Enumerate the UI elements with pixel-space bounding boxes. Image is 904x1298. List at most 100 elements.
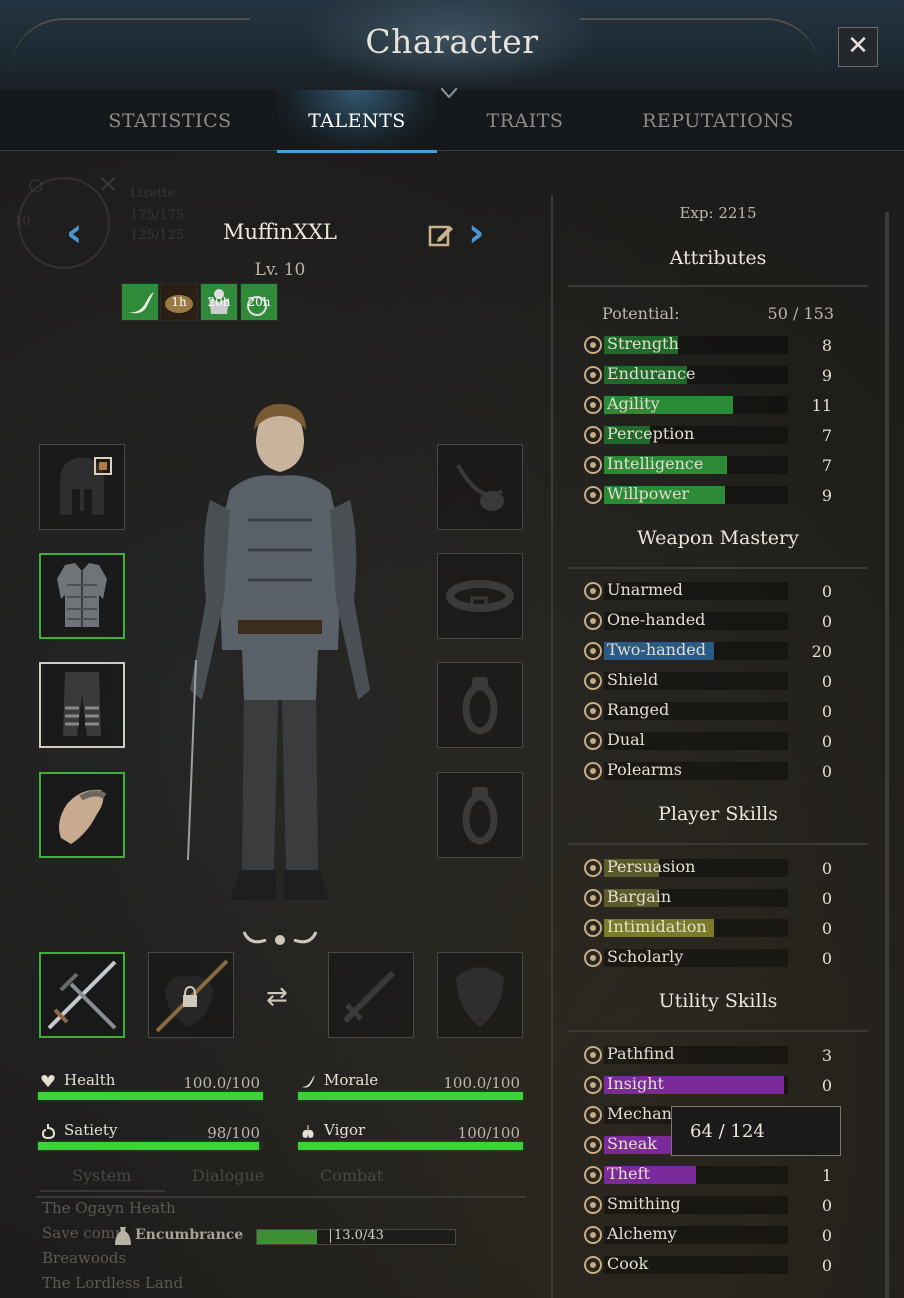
level-label: Lv. [254, 260, 279, 280]
tab-talents[interactable]: TALENTS [277, 90, 437, 153]
crossed-swords-icon [47, 960, 117, 1030]
sword-icon [342, 970, 396, 1024]
attribute-row-perception[interactable]: Perception 7 [580, 422, 840, 448]
attributes-title: Attributes [669, 247, 767, 269]
ghost-companion-name: Lisette [130, 186, 176, 201]
player-skill-row-scholarly[interactable]: Scholarly 0 [580, 945, 840, 971]
attribute-row-willpower[interactable]: Willpower 9 [580, 482, 840, 508]
weapon-row-two-handed[interactable]: Two-handed 20 [580, 638, 840, 664]
utility-skill-row-pathfind[interactable]: Pathfind 3 [580, 1042, 840, 1068]
tab-reputations[interactable]: REPUTATIONS [628, 90, 808, 150]
pathfind-icon [584, 1046, 602, 1064]
willpower-icon [584, 486, 602, 504]
utility-skill-label: Insight [607, 1074, 664, 1093]
secondary-weapon-slot[interactable] [148, 952, 234, 1038]
alt-shield-slot[interactable] [437, 952, 523, 1038]
utility-skill-label: Pathfind [607, 1044, 675, 1063]
tab-traits[interactable]: TRAITS [445, 90, 605, 150]
weapon-row-ranged[interactable]: Ranged 0 [580, 698, 840, 724]
player-skill-label: Scholarly [607, 947, 684, 966]
attribute-row-agility[interactable]: Agility 11 [580, 392, 840, 418]
log-line: The Lordless Land [42, 1274, 184, 1292]
weapon-row-polearms[interactable]: Polearms 0 [580, 758, 840, 784]
tab-statistics[interactable]: STATISTICS [90, 90, 250, 150]
attribute-row-endurance[interactable]: Endurance 9 [580, 362, 840, 388]
ghost-tab-dialogue: Dialogue [192, 1166, 265, 1185]
ring-slot-2[interactable] [437, 772, 523, 858]
chest-slot[interactable] [39, 553, 125, 639]
scrollbar[interactable] [885, 212, 889, 1298]
buff-horn-icon[interactable] [121, 283, 159, 321]
player-skill-row-bargain[interactable]: Bargain 0 [580, 885, 840, 911]
buff-bread-icon[interactable]: 1h [160, 283, 198, 321]
weapon-label: One-handed [607, 610, 706, 629]
player-skill-row-persuasion[interactable]: Persuasion 0 [580, 855, 840, 881]
persuasion-icon [584, 859, 602, 877]
experience-tooltip: 64 / 124 [671, 1106, 841, 1156]
belt-slot[interactable] [437, 553, 523, 639]
gloves-slot[interactable] [39, 772, 125, 858]
gambeson-icon [57, 563, 107, 627]
utility-skill-label: Cook [607, 1254, 649, 1273]
theft-icon [584, 1166, 602, 1184]
next-character-button[interactable]: › [468, 210, 484, 256]
legs-slot[interactable] [39, 662, 125, 748]
weapon-label: Ranged [607, 700, 670, 719]
helmet-slot[interactable] [39, 444, 125, 530]
utility-skill-row-alchemy[interactable]: Alchemy 0 [580, 1222, 840, 1248]
locked-sword-icon [155, 959, 229, 1033]
character-model [187, 404, 370, 945]
weapon-row-one-handed[interactable]: One-handed 0 [580, 608, 840, 634]
utility-skill-value: 0 [821, 1196, 832, 1215]
main-weapon-slot[interactable] [39, 952, 125, 1038]
buff-strength-icon[interactable]: 20h [200, 283, 238, 321]
utility-skill-row-insight[interactable]: Insight 0 [580, 1072, 840, 1098]
player-skill-row-intimidation[interactable]: Intimidation 0 [580, 915, 840, 941]
endurance-icon [584, 366, 602, 384]
trousers-icon [63, 672, 101, 736]
buff-duration: 1h [171, 295, 187, 309]
wrapped-hand-icon [59, 789, 107, 844]
previous-character-button[interactable]: ‹ [66, 210, 82, 256]
morale-value: 100.0/100 [443, 1074, 520, 1092]
alt-weapon-slot[interactable] [328, 952, 414, 1038]
satiety-bar [38, 1142, 259, 1150]
log-line: Breawoods [42, 1249, 127, 1267]
scholarly-icon [584, 949, 602, 967]
ring-icon [462, 677, 498, 735]
utility-skills-divider [568, 1030, 868, 1032]
edit-name-icon[interactable] [428, 223, 454, 249]
one-handed-icon [584, 612, 602, 630]
satiety-label: Satiety [64, 1121, 118, 1139]
mechanics-icon [584, 1106, 602, 1124]
utility-skill-row-cook[interactable]: Cook 0 [580, 1252, 840, 1278]
ghost-tab-system: System [72, 1166, 132, 1185]
utility-skill-row-smithing[interactable]: Smithing 0 [580, 1192, 840, 1218]
ghost-divider [36, 1196, 526, 1198]
weight-icon [115, 1227, 131, 1245]
ring-slot-1[interactable] [437, 662, 523, 748]
intimidation-icon [584, 919, 602, 937]
weapon-label: Unarmed [607, 580, 683, 599]
necklace-slot[interactable] [437, 444, 523, 530]
level-value: 10 [283, 260, 306, 280]
utility-skill-row-theft[interactable]: Theft 1 [580, 1162, 840, 1188]
health-label: Health [64, 1071, 116, 1089]
character-level: Lv. 10 [230, 260, 330, 280]
weapon-row-unarmed[interactable]: Unarmed 0 [580, 578, 840, 604]
health-bar [38, 1092, 263, 1100]
morale-bar [298, 1092, 523, 1100]
weapon-value: 0 [821, 732, 832, 751]
ghost-tab-underline [40, 1190, 165, 1192]
ghost-tab-combat: Combat [320, 1166, 384, 1185]
unarmed-icon [584, 582, 602, 600]
attribute-row-strength[interactable]: Strength 8 [580, 332, 840, 358]
encumbrance-label: Encumbrance [135, 1227, 244, 1243]
attribute-row-intelligence[interactable]: Intelligence 7 [580, 452, 840, 478]
attribute-value: 9 [821, 486, 832, 505]
weapon-row-shield[interactable]: Shield 0 [580, 668, 840, 694]
swap-weapons-icon[interactable]: ⇄ [266, 982, 288, 1012]
buff-clock-icon[interactable]: 20h [240, 283, 278, 321]
weapon-row-dual[interactable]: Dual 0 [580, 728, 840, 754]
close-button[interactable]: ✕ [838, 27, 878, 67]
